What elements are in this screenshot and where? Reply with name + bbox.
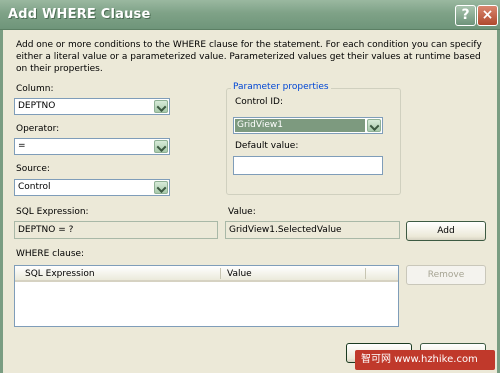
default-value-input[interactable] [233, 156, 383, 175]
column-header-value[interactable]: Value [227, 269, 252, 279]
site-watermark: 智可网 www.hzhike.com [355, 350, 495, 370]
operator-label: Operator: [16, 124, 60, 134]
title-bar: Add WHERE Clause ? × [0, 0, 500, 30]
column-divider[interactable] [365, 268, 366, 279]
sql-expression-value: DEPTNO = ? [18, 225, 74, 235]
sql-expression-field: DEPTNO = ? [14, 221, 218, 239]
column-dropdown[interactable]: DEPTNO [14, 98, 170, 115]
sql-expression-label: SQL Expression: [16, 207, 89, 217]
value-value: GridView1.SelectedValue [229, 225, 342, 235]
dropdown-arrow-icon[interactable] [154, 181, 168, 194]
window-title: Add WHERE Clause [8, 7, 151, 22]
dropdown-arrow-icon[interactable] [367, 119, 381, 132]
close-icon[interactable]: × [477, 5, 498, 26]
list-header: SQL Expression Value [15, 266, 398, 282]
parameter-properties-title: Parameter properties [231, 82, 331, 92]
column-divider[interactable] [220, 268, 221, 279]
operator-value: = [18, 141, 26, 151]
remove-button: Remove [406, 265, 486, 285]
where-clause-label: WHERE clause: [16, 249, 85, 259]
value-label: Value: [228, 207, 256, 217]
value-field: GridView1.SelectedValue [225, 221, 400, 239]
source-label: Source: [16, 164, 50, 174]
dropdown-arrow-icon[interactable] [154, 100, 168, 113]
column-label: Column: [16, 84, 54, 94]
dropdown-arrow-icon[interactable] [154, 140, 168, 153]
control-id-label: Control ID: [235, 97, 284, 107]
description-text: Add one or more conditions to the WHERE … [16, 40, 482, 74]
control-id-dropdown[interactable]: GridView1 [233, 117, 383, 134]
operator-dropdown[interactable]: = [14, 138, 170, 155]
where-clause-list[interactable]: SQL Expression Value [14, 265, 399, 327]
add-button[interactable]: Add [406, 221, 486, 241]
control-id-value: GridView1 [237, 120, 283, 130]
source-value: Control [18, 182, 51, 192]
column-value: DEPTNO [18, 101, 56, 111]
column-header-sql-expression[interactable]: SQL Expression [25, 269, 95, 279]
help-icon[interactable]: ? [455, 5, 476, 26]
source-dropdown[interactable]: Control [14, 179, 170, 196]
default-value-label: Default value: [235, 141, 299, 151]
